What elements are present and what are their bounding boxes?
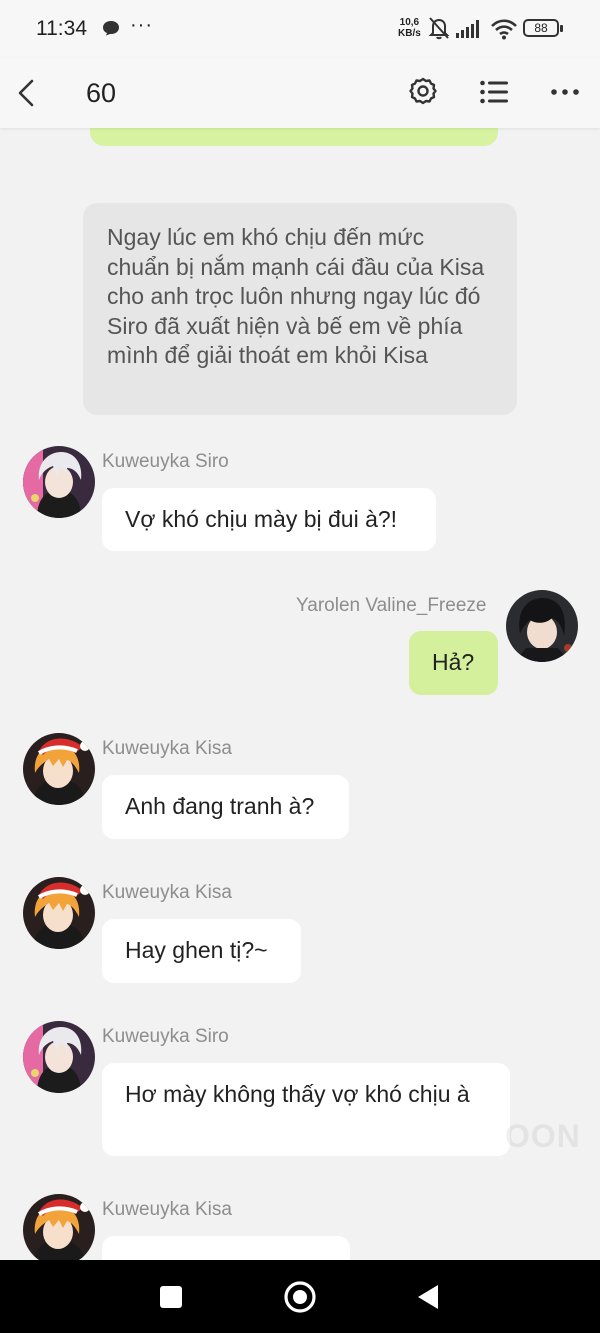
back-icon[interactable] [14,78,38,108]
navigation-bar [0,1260,600,1333]
recent-apps-icon[interactable] [158,1284,184,1310]
avatar-kisa[interactable] [23,877,95,949]
message-bubble: Hay ghen tị?~ [102,919,301,983]
avatar-kisa[interactable] [23,733,95,805]
network-speed: 10,6 KB/s [398,17,421,39]
message-bubble: Vợ khó chịu mày bị đui à?! [102,488,436,551]
previous-message-bubble [90,128,498,146]
sender-name: Kuweuyka Kisa [102,1199,232,1220]
sender-name: Kuweuyka Kisa [102,738,232,759]
message-bubble: Anh đang tranh à? [102,775,349,839]
message-bubble [102,1236,350,1260]
home-icon[interactable] [283,1280,317,1314]
avatar-siro[interactable] [23,1021,95,1093]
network-speed-value: 10,6 [399,17,420,28]
nav-back-icon[interactable] [414,1282,442,1312]
avatar-kisa[interactable] [23,1194,95,1260]
status-more-icon: ··· [130,14,153,36]
avatar-user[interactable] [506,590,578,662]
avatar-siro[interactable] [23,446,95,518]
chat-area[interactable]: Ngay lúc em khó chịu đến mức chuẩn bị nắ… [0,128,600,1260]
signal-icon [456,20,479,38]
list-icon[interactable] [480,80,508,104]
sender-name: Kuweuyka Siro [102,1026,229,1047]
narration-bubble: Ngay lúc em khó chịu đến mức chuẩn bị nắ… [83,203,517,415]
page-title: 60 [86,78,117,108]
app-header: 60 [0,58,600,128]
sender-name: Yarolen Valine_Freeze [296,595,487,616]
more-icon[interactable] [550,88,580,96]
sender-name: Kuweuyka Kisa [102,882,232,903]
gear-icon[interactable] [408,76,438,106]
sender-name: Kuweuyka Siro [102,451,229,472]
watermark: OON [505,1118,581,1154]
status-time: 11:34 [36,17,87,40]
status-bar: 11:34 ··· 10,6 KB/s 88 [0,0,600,58]
message-bubble-own: Hả? [409,631,498,695]
wifi-icon [491,19,517,40]
mute-bell-icon [428,17,450,40]
battery-icon: 88 [523,19,563,37]
message-bubble: Hơ mày không thấy vợ khó chịu à [102,1063,510,1156]
network-speed-unit: KB/s [398,28,421,39]
message-icon [103,21,119,36]
